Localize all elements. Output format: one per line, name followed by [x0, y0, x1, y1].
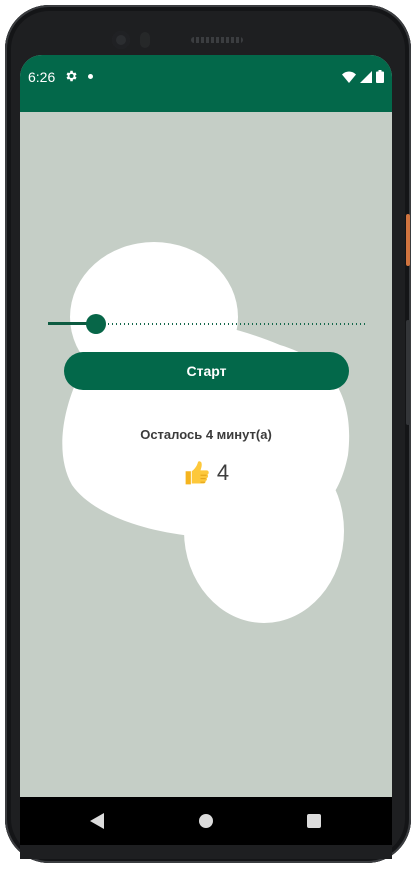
power-button[interactable]: [406, 214, 410, 266]
device-chin: [20, 845, 392, 859]
count-value: 4: [216, 460, 230, 485]
front-sensor: [140, 32, 150, 48]
navigation-bar: [20, 797, 392, 845]
back-icon[interactable]: [90, 813, 104, 829]
thumbs-up-icon: [185, 461, 209, 485]
front-camera: [112, 31, 130, 49]
slider-thumb[interactable]: [86, 314, 106, 334]
recents-icon[interactable]: [307, 814, 321, 828]
earpiece-speaker: [191, 37, 243, 43]
remaining-time-text: Осталось 4 минут(а): [140, 427, 272, 442]
volume-button[interactable]: [406, 320, 410, 425]
app-screen: 6:26 Старт Осталось 4 минут(а) 4: [20, 55, 392, 797]
background-blob: [62, 242, 350, 623]
time-slider[interactable]: [48, 314, 366, 334]
home-icon[interactable]: [199, 814, 213, 828]
start-button[interactable]: Старт: [64, 352, 349, 390]
count-row: 4: [20, 459, 392, 487]
